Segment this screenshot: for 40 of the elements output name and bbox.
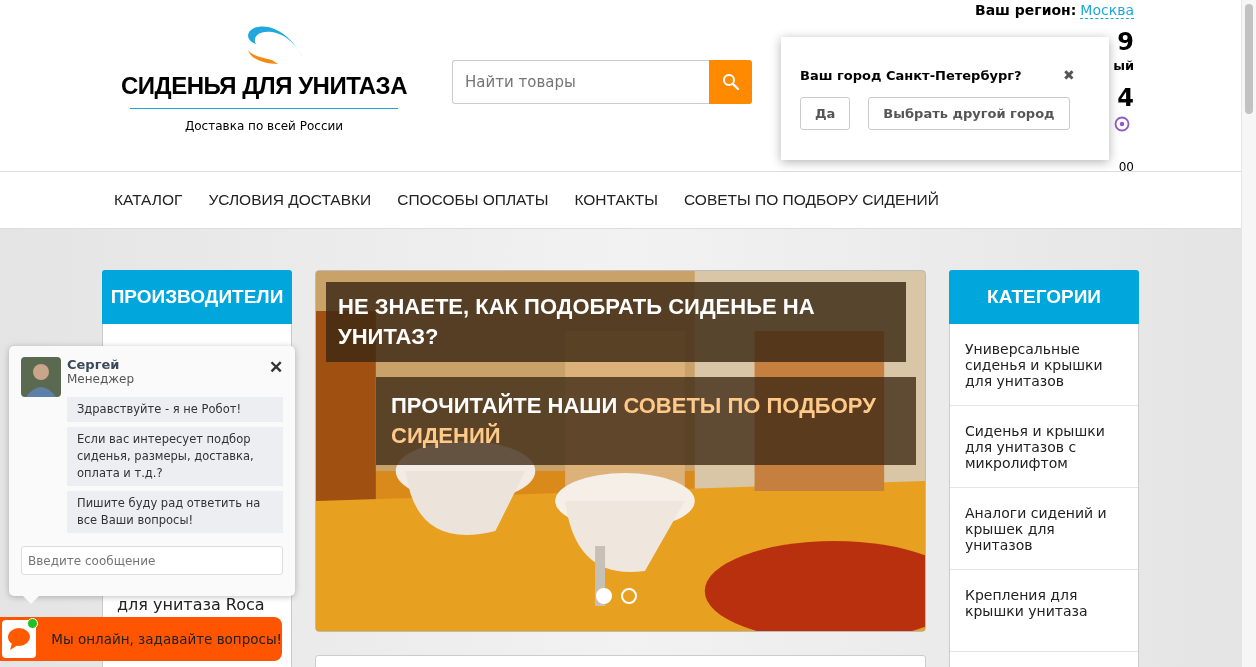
nav-link[interactable]: УСЛОВИЯ ДОСТАВКИ xyxy=(208,191,372,209)
nav-link[interactable]: КАТАЛОГ xyxy=(114,191,183,209)
category-link[interactable]: Крепления для крышки унитаза xyxy=(950,570,1138,652)
chat-message: Пишите буду рад ответить на все Ваши вопросы! xyxy=(67,491,283,533)
chat-message: Здравствуйте - я не Робот! xyxy=(67,397,283,422)
nav-link[interactable]: КОНТАКТЫ xyxy=(574,191,658,209)
slider-dot[interactable] xyxy=(621,588,637,604)
nav-link[interactable]: СПОСОБЫ ОПЛАТЫ xyxy=(397,191,549,209)
search-button[interactable] xyxy=(709,60,752,104)
category-link[interactable]: Сиденья и крышки для унитазов с микролифтом xyxy=(950,406,1138,488)
agent-role: Менеджер xyxy=(67,372,135,386)
city-question: Ваш город Санкт-Петербург? xyxy=(800,67,1022,83)
chat-message: Если вас интересует подбор сиденья, размеры, доставка, оплата и т.д.? xyxy=(67,427,283,486)
phone-fragment: 4 xyxy=(1117,84,1134,112)
manufacturer-link[interactable]: для унитаза Roca xyxy=(117,596,265,614)
chat-launcher[interactable]: Мы онлайн, задавайте вопросы! xyxy=(0,617,282,661)
search-icon xyxy=(721,73,740,91)
category-link[interactable]: Универсальные сиденья и крышки для унитазов xyxy=(950,324,1138,406)
search-field[interactable]: Найти товары xyxy=(452,60,709,104)
phone-fragment: 9 xyxy=(1117,28,1134,56)
close-button[interactable]: ✖ xyxy=(1063,67,1075,83)
hours-fragment: 00 xyxy=(1118,162,1134,171)
agent-name: Сергей xyxy=(67,357,121,372)
message-field[interactable]: Введите сообщение xyxy=(21,546,283,575)
close-button[interactable]: ✕ xyxy=(269,357,283,378)
banner-heading: НЕ ЗНАЕТЕ, КАК ПОДОБРАТЬ СИДЕНЬЕ НА УНИТАЗ? xyxy=(326,282,906,362)
manufacturers-heading: ПРОИЗВОДИТЕЛИ xyxy=(102,270,292,324)
viber-icon[interactable] xyxy=(1114,116,1130,132)
category-link[interactable]: Аналоги сидений и крышек для унитазов xyxy=(950,488,1138,570)
region-label: Ваш регион: xyxy=(974,2,1077,18)
text-fragment: ый xyxy=(1113,58,1134,73)
banner-subheading[interactable]: ПРОЧИТАЙТЕ НАШИ СОВЕТЫ ПО ПОДБОРУ СИДЕНИЙ xyxy=(376,377,916,465)
confirm-button[interactable]: Да xyxy=(800,97,851,130)
avatar xyxy=(21,357,61,397)
choose-city-button[interactable]: Выбрать другой город xyxy=(868,97,1070,130)
logo-title: СИДЕНЬЯ ДЛЯ УНИТАЗА xyxy=(121,72,407,100)
tagline: Доставка по всей России xyxy=(184,119,344,133)
categories-heading: КАТЕГОРИИ xyxy=(949,270,1139,324)
scrollbar[interactable] xyxy=(1241,0,1256,667)
nav-link[interactable]: СОВЕТЫ ПО ПОДБОРУ СИДЕНИЙ xyxy=(684,191,939,209)
